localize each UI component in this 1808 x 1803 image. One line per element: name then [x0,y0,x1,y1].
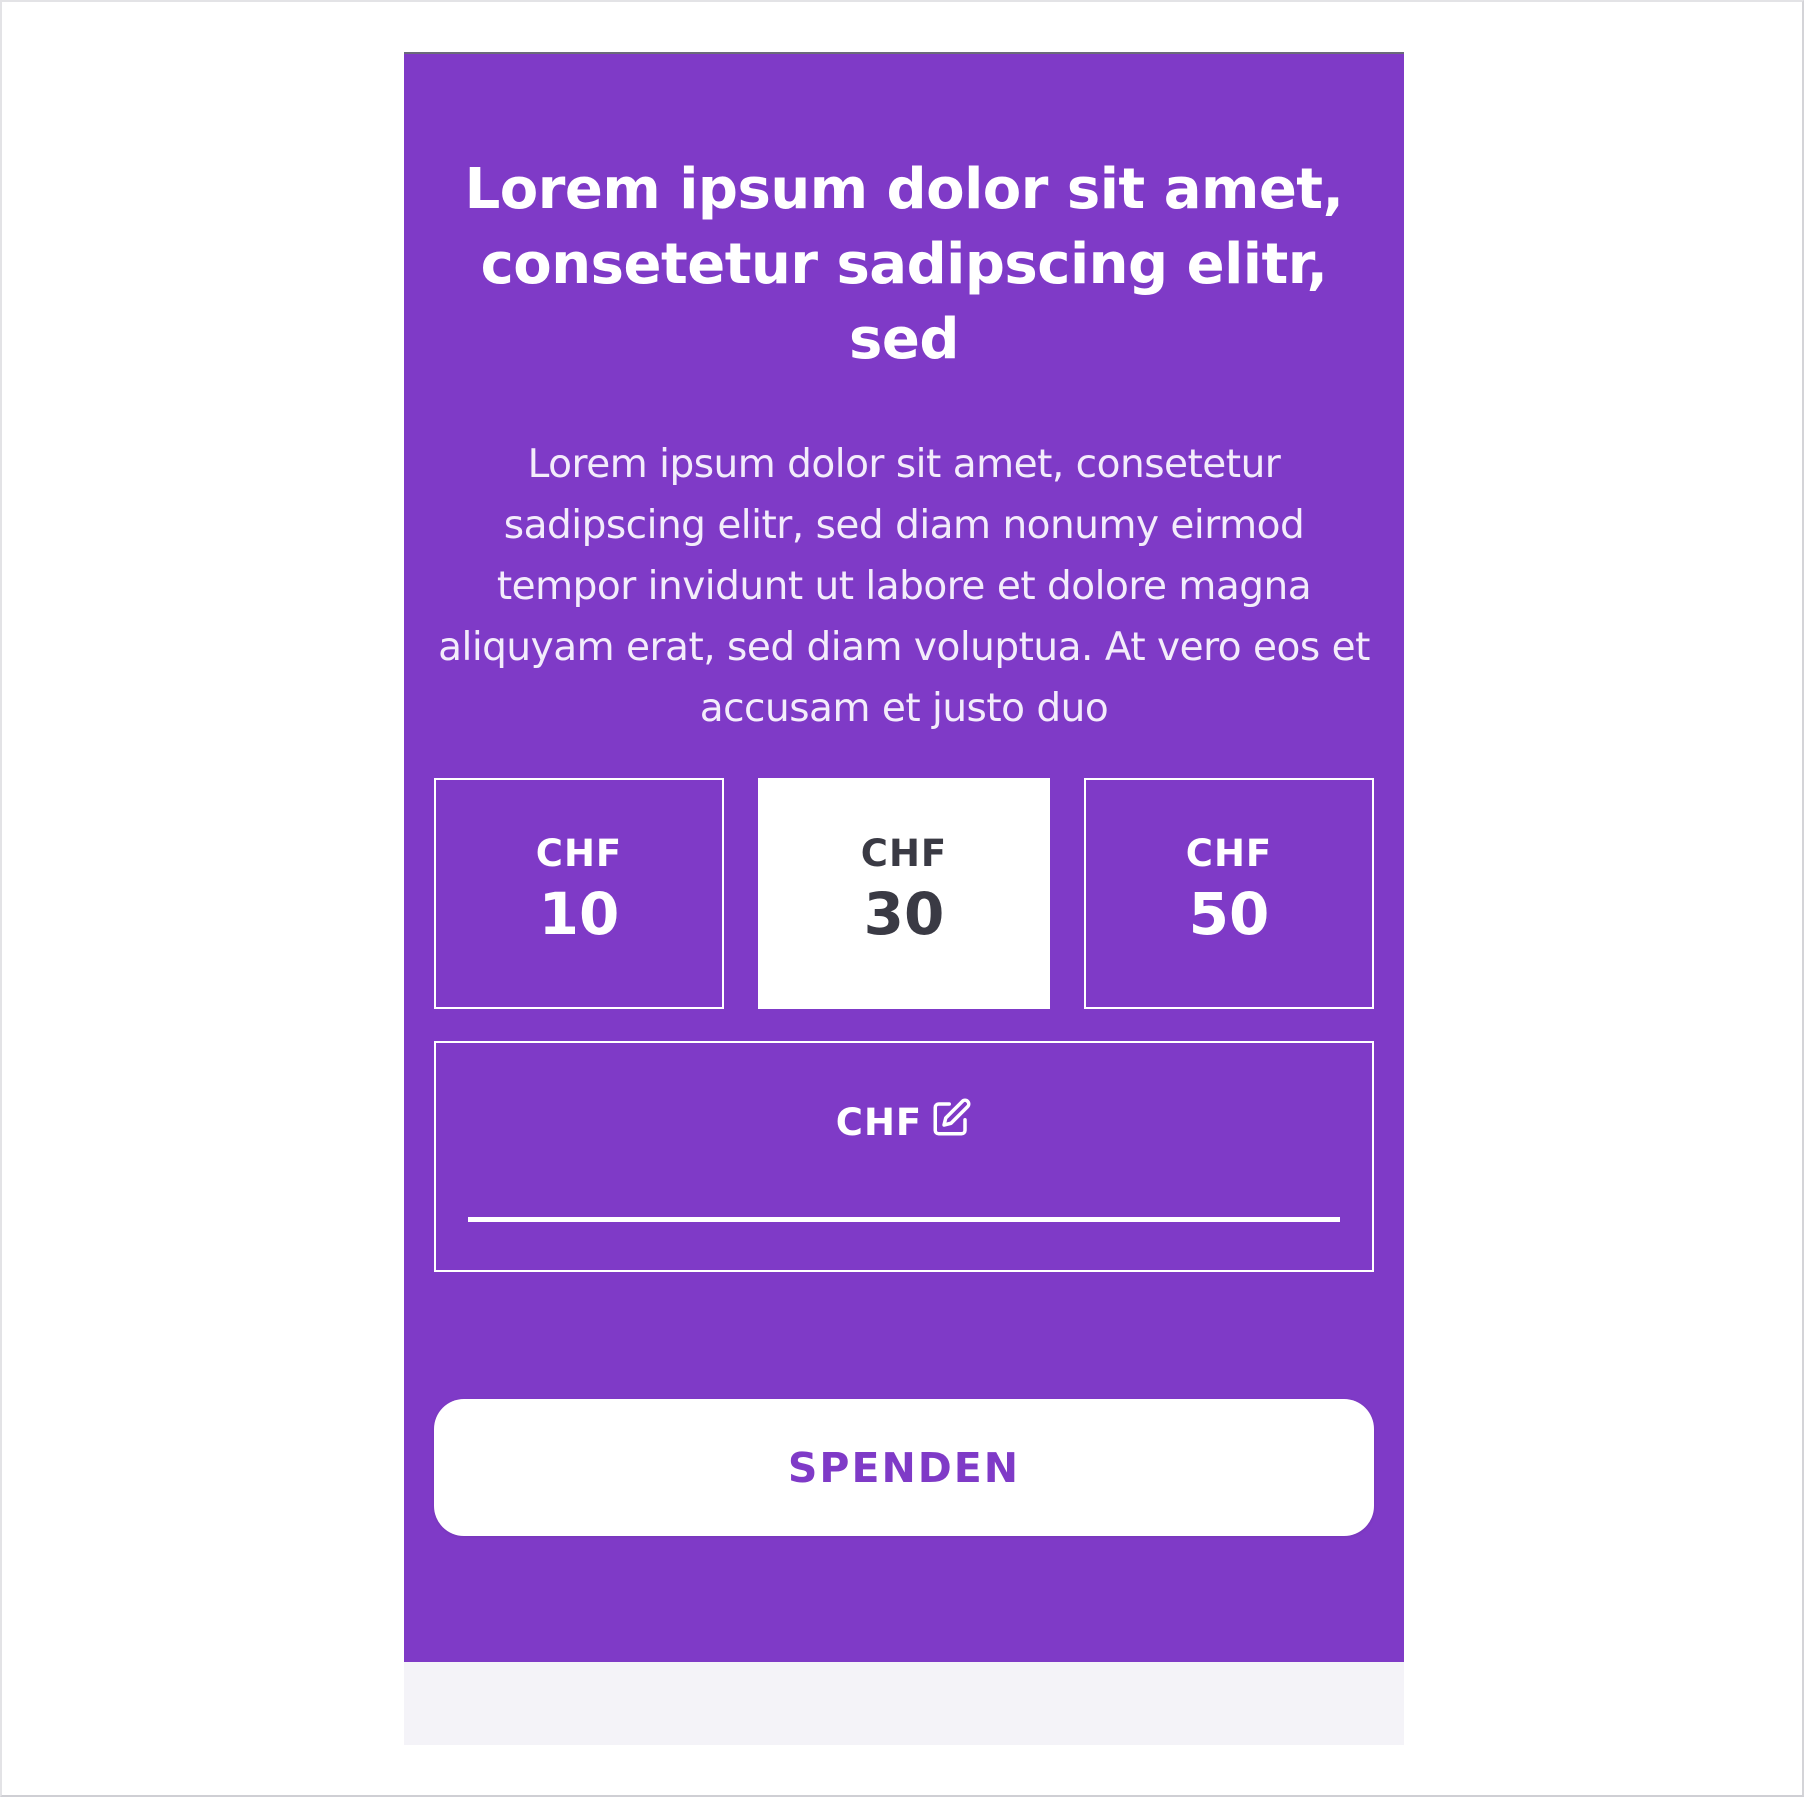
amount-value: 10 [538,880,620,948]
edit-pencil-icon[interactable] [930,1097,972,1139]
footer-strip [404,1662,1404,1745]
donation-description: Lorem ipsum dolor sit amet, consetetur s… [438,442,1370,731]
donation-heading: Lorem ipsum dolor sit amet, consetetur s… [464,157,1344,372]
donate-button[interactable]: SPENDEN [434,1399,1374,1536]
custom-amount-box: CHF [434,1041,1374,1272]
amount-currency: CHF [860,832,948,875]
donation-card: Lorem ipsum dolor sit amet, consetetur s… [404,52,1404,1662]
custom-amount-input[interactable] [468,1167,1340,1222]
amount-currency: CHF [535,832,623,875]
amount-currency: CHF [1185,832,1273,875]
amount-value: 50 [1188,880,1270,948]
amount-option-50[interactable]: CHF 50 [1084,778,1374,1009]
custom-amount-label: CHF [436,1097,1372,1145]
custom-amount-currency: CHF [835,1100,923,1144]
amount-value: 30 [863,880,945,948]
amount-option-10[interactable]: CHF 10 [434,778,724,1009]
amount-option-30[interactable]: CHF 30 [758,778,1050,1009]
